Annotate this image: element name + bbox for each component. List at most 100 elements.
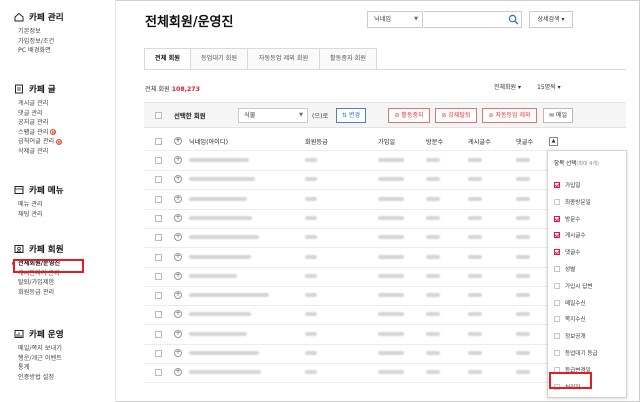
tab-pending-members[interactable]: 등업대기 회원 xyxy=(190,48,248,70)
select-all-checkbox[interactable] xyxy=(155,112,162,119)
row-checkbox[interactable] xyxy=(155,214,162,222)
expand-row-icon[interactable]: + xyxy=(174,233,182,242)
expand-row-icon[interactable]: + xyxy=(174,368,182,377)
posts-cell xyxy=(468,254,482,259)
sidebar-item-send-mail[interactable]: 메일/쪽지 보내기 xyxy=(18,344,64,354)
option-checkbox[interactable] xyxy=(554,182,560,188)
section-title[interactable]: 카페 관리 xyxy=(29,11,64,23)
section-title[interactable]: 카페 글 xyxy=(29,83,56,95)
header-checkbox[interactable] xyxy=(155,138,162,145)
member-tabs: 전체 회원 등업대기 회원 자동등업 제외 회원 활동중지 회원 xyxy=(144,48,377,70)
section-title[interactable]: 카페 운영 xyxy=(29,328,64,340)
mail-button[interactable]: ✉ 메일 xyxy=(543,108,573,123)
grade-select[interactable]: 식물 ▼ xyxy=(238,108,308,123)
sidebar-item-lucky-event[interactable]: 행운/개근 이벤트 xyxy=(18,354,64,364)
column-menu-toggle[interactable]: ▲ xyxy=(549,137,558,146)
column-option[interactable]: 가입시 답변 xyxy=(554,278,624,294)
advanced-search-label: 상세검색 xyxy=(537,16,560,23)
item-label: 스팸글 관리 xyxy=(18,128,49,136)
change-grade-button[interactable]: ⇅ 변경 xyxy=(336,108,366,123)
option-checkbox[interactable] xyxy=(554,350,560,356)
option-checkbox[interactable] xyxy=(554,215,560,222)
sidebar-item-grade-manage[interactable]: 회원등급 관리 xyxy=(18,288,64,298)
option-checkbox[interactable] xyxy=(554,198,560,205)
expand-row-icon[interactable]: + xyxy=(174,349,182,357)
expand-row-icon[interactable]: + xyxy=(174,271,182,280)
expand-row-icon[interactable]: + xyxy=(174,329,182,338)
sidebar-item-auth-setting[interactable]: 인증방법 설정 xyxy=(18,373,64,383)
option-checkbox[interactable] xyxy=(554,266,560,272)
expand-all-icon[interactable]: + xyxy=(174,137,182,145)
row-checkbox[interactable] xyxy=(155,292,162,300)
col-visits[interactable]: 방문수 xyxy=(426,137,443,146)
column-option[interactable]: 최종방문일 xyxy=(554,194,624,210)
suspend-button[interactable]: ⊘ 활동중지 xyxy=(388,108,430,123)
search-type-select[interactable]: 닉네임 ▼ xyxy=(367,11,423,28)
col-comments[interactable]: 댓글수 xyxy=(516,137,533,146)
expand-row-icon[interactable]: + xyxy=(174,252,182,261)
column-option[interactable]: 댓글수 xyxy=(554,244,624,260)
row-checkbox[interactable] xyxy=(155,195,162,203)
sidebar-item-pc-background[interactable]: PC 배경화면 xyxy=(18,46,64,56)
col-joined[interactable]: 가입일 xyxy=(378,137,395,146)
sidebar-item-notice-manage[interactable]: 공지글 관리 xyxy=(18,118,62,128)
sidebar-item-deleted-manage[interactable]: 삭제글 관리 xyxy=(18,147,62,157)
option-checkbox[interactable] xyxy=(554,232,560,239)
expel-button[interactable]: ⊘ 강제탈퇴 xyxy=(435,108,477,123)
sidebar-item-menu-manage[interactable]: 메뉴 관리 xyxy=(18,200,64,210)
section-title[interactable]: 카페 메뉴 xyxy=(29,184,64,196)
column-option[interactable]: 가입일 xyxy=(554,177,624,193)
sidebar-item-comment-manage[interactable]: 댓글 관리 xyxy=(18,109,62,119)
expand-row-icon[interactable]: + xyxy=(174,156,182,164)
tab-suspended-members[interactable]: 활동중지 회원 xyxy=(319,48,377,70)
nickname-cell xyxy=(189,235,259,240)
col-posts[interactable]: 게시글수 xyxy=(468,137,491,146)
row-checkbox[interactable] xyxy=(155,350,162,357)
search-icon[interactable] xyxy=(508,14,519,25)
column-option[interactable]: 등업대기 등급 xyxy=(554,345,624,361)
sidebar-item-chat-manage[interactable]: 채팅 관리 xyxy=(18,210,64,220)
sidebar-item-post-manage[interactable]: 게시글 관리 xyxy=(18,99,62,109)
option-checkbox[interactable] xyxy=(554,299,560,306)
expand-row-icon[interactable]: + xyxy=(174,194,182,203)
auto-exclude-button[interactable]: ⊘ 자동등업 제외 xyxy=(482,108,537,123)
option-checkbox[interactable] xyxy=(554,249,560,256)
tab-all-members[interactable]: 전체 회원 xyxy=(144,48,191,70)
column-option[interactable]: 정보공개 xyxy=(554,328,624,344)
sidebar-section-cafe-operation: 카페 운영 메일/쪽지 보내기 행운/개근 이벤트 통계 인증방법 설정 xyxy=(14,327,64,382)
sidebar-item-banned-word-manage[interactable]: 금칙어글 관리 N xyxy=(18,137,63,147)
expand-row-icon[interactable]: + xyxy=(174,175,182,184)
row-checkbox[interactable] xyxy=(155,157,162,164)
option-checkbox[interactable] xyxy=(554,282,560,289)
row-checkbox[interactable] xyxy=(155,176,162,184)
column-option[interactable]: 메일수신 xyxy=(554,295,624,311)
expand-row-icon[interactable]: + xyxy=(174,213,182,222)
section-title[interactable]: 카페 회원 xyxy=(29,243,64,255)
column-option[interactable]: 쪽지수신 xyxy=(554,311,624,327)
sidebar-item-join-info[interactable]: 가입정보/조건 xyxy=(18,37,64,47)
column-option[interactable]: 방문수 xyxy=(554,211,624,227)
row-checkbox[interactable] xyxy=(155,311,162,319)
comments-cell xyxy=(516,196,530,201)
sidebar-item-withdraw-limit[interactable]: 탈퇴/가입제한 xyxy=(18,278,64,288)
row-checkbox[interactable] xyxy=(155,234,162,242)
sidebar-item-stats[interactable]: 통계 xyxy=(18,363,64,373)
advanced-search-button[interactable]: 상세검색 ▾ xyxy=(529,11,573,28)
expand-row-icon[interactable]: + xyxy=(174,310,182,319)
tab-auto-exclude-members[interactable]: 자동등업 제외 회원 xyxy=(247,48,320,70)
option-checkbox[interactable] xyxy=(554,316,560,323)
option-label: 게시글수 xyxy=(565,233,586,240)
per-page-select[interactable]: 15명씩 ▾ xyxy=(537,82,561,91)
column-option[interactable]: 성별 xyxy=(554,261,624,277)
sort-select[interactable]: 전체회원 ▾ xyxy=(494,82,521,91)
row-checkbox[interactable] xyxy=(155,253,162,261)
visits-cell xyxy=(426,293,440,298)
expand-row-icon[interactable]: + xyxy=(174,291,182,300)
option-checkbox[interactable] xyxy=(554,333,560,340)
row-checkbox[interactable] xyxy=(155,272,162,280)
sidebar-item-spam-manage[interactable]: 스팸글 관리 N xyxy=(18,128,62,138)
sidebar-item-basic-info[interactable]: 기본정보 xyxy=(18,27,64,37)
row-checkbox[interactable] xyxy=(155,330,162,338)
row-checkbox[interactable] xyxy=(155,369,162,377)
column-option[interactable]: 게시글수 xyxy=(554,227,624,243)
